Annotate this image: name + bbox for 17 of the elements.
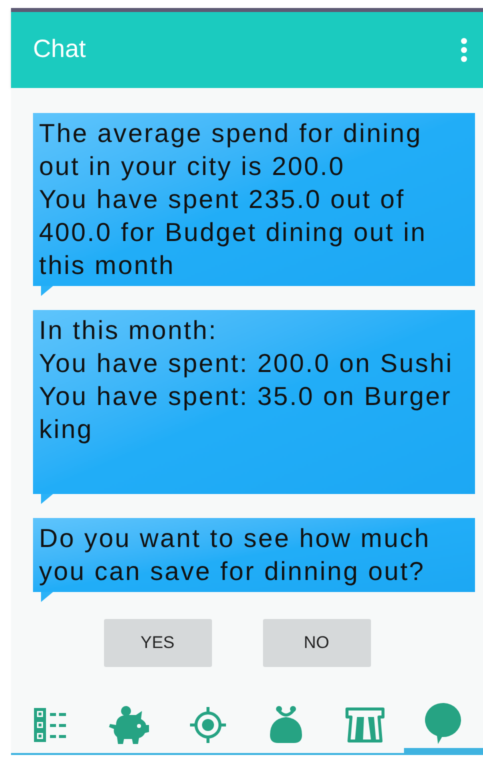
speech-bubble-icon [424, 700, 464, 744]
bubble-tail-icon [41, 592, 53, 602]
app-bar-title: Chat [33, 34, 86, 66]
message-text: The average spend for dining out in your city is 200.0 [39, 117, 424, 183]
message-text: You have spent: 200.0 on Sushi [39, 347, 454, 380]
answer-button[interactable]: YES [104, 619, 212, 667]
target-icon [188, 705, 228, 745]
message-text: You have spent: 35.0 on Burger king [39, 380, 453, 446]
answer-button[interactable]: NO [262, 619, 370, 667]
bubble-tail-icon [41, 494, 53, 504]
message-text: In this month: [39, 314, 218, 347]
piggy-bank-icon [108, 705, 150, 745]
message-text: Do you want to see how much you can save for dinning out? [39, 522, 432, 588]
road-icon [345, 707, 386, 743]
list-icon [33, 707, 68, 743]
message-text: You have spent 235.0 out of 400.0 for Budget dining out in this month [39, 183, 428, 282]
bubble-tail-icon [41, 286, 53, 296]
